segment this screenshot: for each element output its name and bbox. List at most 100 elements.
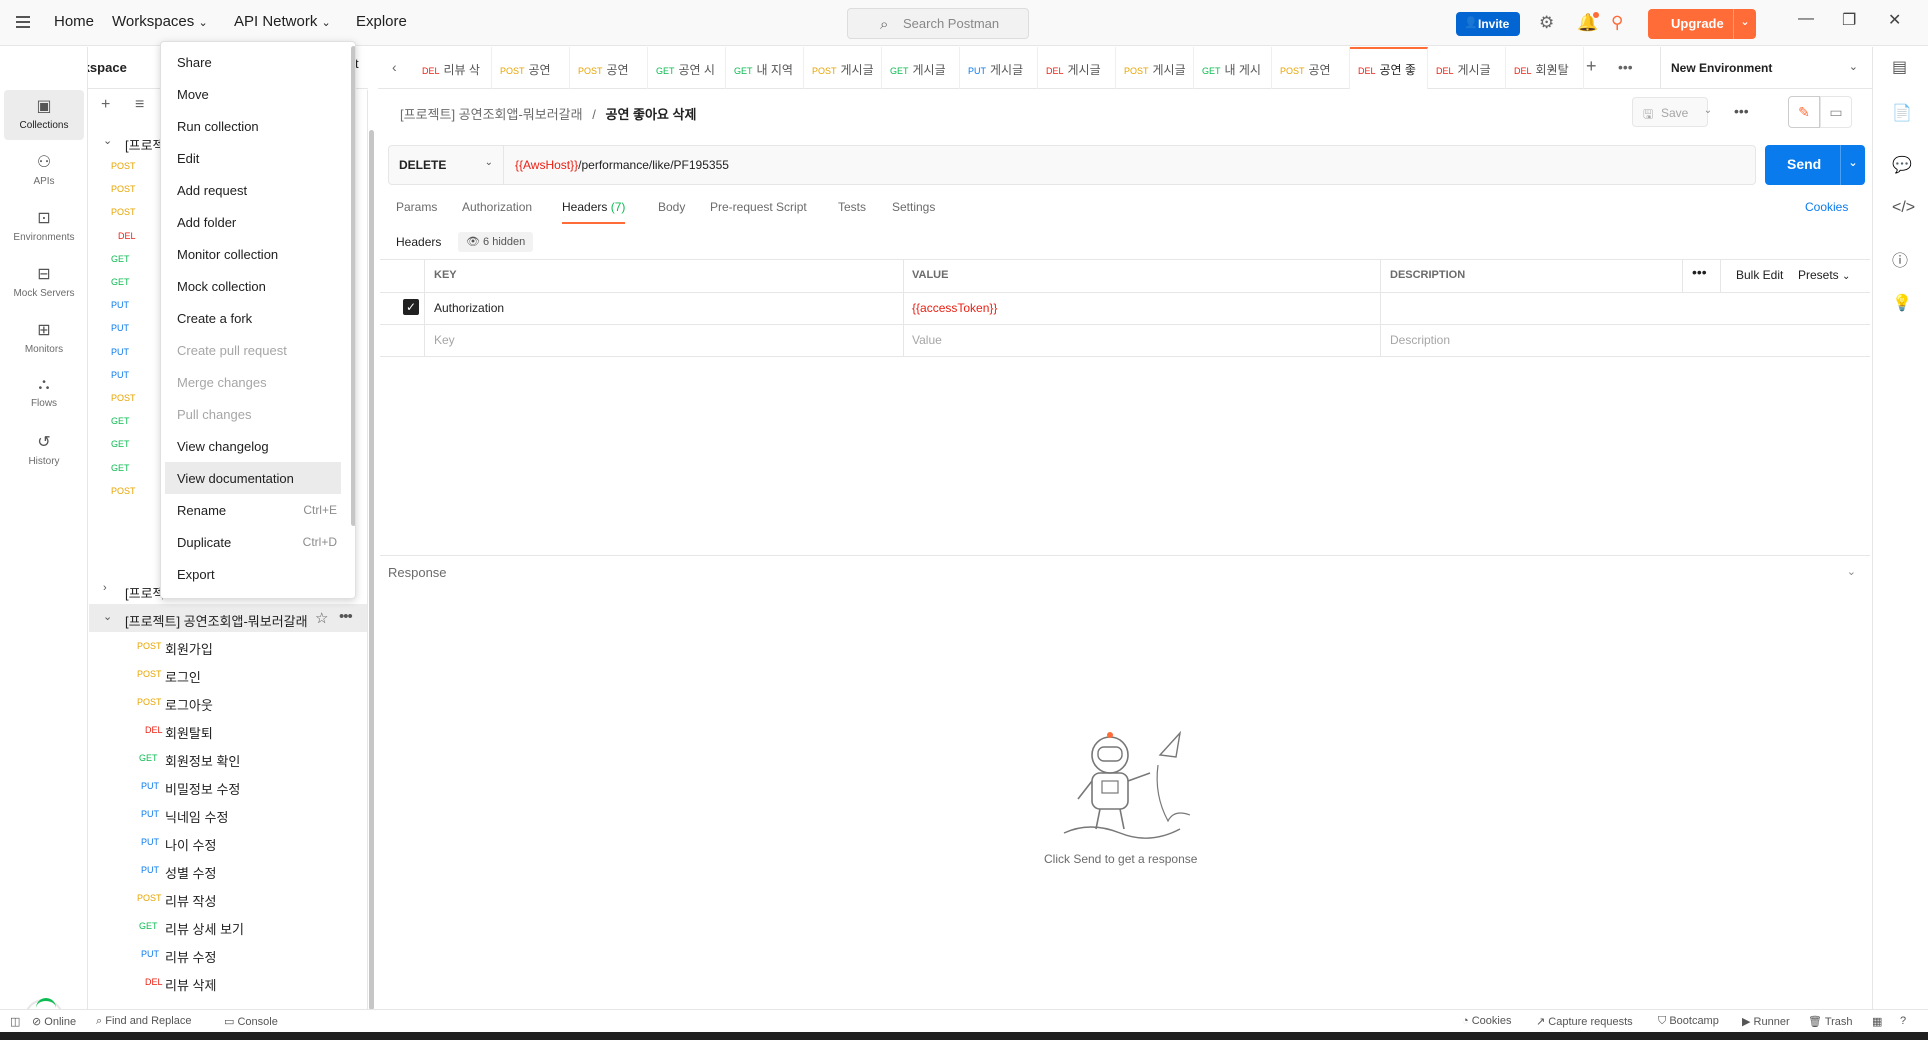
tab-tests[interactable]: Tests <box>838 200 866 214</box>
menu-item-edit[interactable]: Edit <box>165 142 341 174</box>
tab-authorization[interactable]: Authorization <box>462 200 532 214</box>
list-item[interactable]: PUT 나이 수정 <box>89 828 367 856</box>
rail-flows[interactable]: ⛬ Flows <box>4 370 84 420</box>
request-tab[interactable]: GET 게시글 <box>882 47 960 89</box>
sidebar-toggle-icon[interactable]: ◫ <box>10 1015 20 1028</box>
rail-apis[interactable]: ⚇ APIs <box>4 146 84 196</box>
documentation-icon[interactable]: 📄 <box>1892 103 1912 123</box>
response-pane-header[interactable]: Response ⌄ <box>380 555 1870 589</box>
settings-icon[interactable]: ⚙ <box>1539 13 1554 33</box>
rail-monitors[interactable]: ⊞ Monitors <box>4 314 84 364</box>
rail-collections[interactable]: ▣ Collections <box>4 90 84 140</box>
info-icon[interactable]: ⓘ <box>1892 247 1908 271</box>
comments-icon[interactable]: 💬 <box>1892 155 1912 175</box>
plus-icon[interactable]: + <box>101 96 110 114</box>
key-input[interactable]: Key <box>434 333 455 347</box>
menu-item-add-folder[interactable]: Add folder <box>165 206 341 238</box>
search-input[interactable]: ⌕ Search Postman <box>847 8 1029 39</box>
tab-headers[interactable]: Headers (7) <box>562 200 626 224</box>
request-tab[interactable]: PUT 게시글 <box>960 47 1038 89</box>
online-status[interactable]: ⊘ Online <box>32 1015 76 1028</box>
menu-item-run-collection[interactable]: Run collection <box>165 110 341 142</box>
list-item[interactable]: GET 리뷰 상세 보기 <box>89 912 367 940</box>
runner-button[interactable]: ▶ Runner <box>1742 1015 1790 1028</box>
request-tab[interactable]: POST 공연 <box>570 47 648 89</box>
menu-item-move[interactable]: Move <box>165 78 341 110</box>
tab-settings[interactable]: Settings <box>892 200 935 214</box>
menu-item-export[interactable]: Export <box>165 558 341 590</box>
menu-item-create-pull-request[interactable]: Create pull request <box>165 334 341 366</box>
list-item[interactable]: POST 리뷰 작성 <box>89 884 367 912</box>
header-value[interactable]: {{accessToken}} <box>912 301 997 315</box>
menu-item-merge-changes[interactable]: Merge changes <box>165 366 341 398</box>
menu-item-add-request[interactable]: Add request <box>165 174 341 206</box>
nav-workspaces[interactable]: Workspaces ⌄ <box>112 13 208 30</box>
help-icon[interactable]: ? <box>1900 1015 1906 1027</box>
list-item[interactable]: GET 회원정보 확인 <box>89 744 367 772</box>
breadcrumb-request[interactable]: 공연 좋아요 삭제 <box>605 107 696 122</box>
header-enabled-checkbox[interactable]: ✓ <box>403 299 419 315</box>
chevron-down-icon[interactable]: ⌄ <box>1840 145 1865 185</box>
collection-open[interactable]: ⌄ [프로젝트] 공연조회앱-뭐보러갈래 ☆ ••• <box>89 604 367 632</box>
more-options-icon[interactable]: ••• <box>1734 103 1749 119</box>
value-input[interactable]: Value <box>912 333 942 347</box>
menu-icon[interactable] <box>16 16 30 28</box>
request-tab[interactable]: POST 공연 <box>492 47 570 89</box>
nav-explore[interactable]: Explore <box>356 13 407 30</box>
request-tab[interactable]: DEL 리뷰 삭 <box>414 47 492 89</box>
menu-item-mock-collection[interactable]: Mock collection <box>165 270 341 302</box>
list-item[interactable]: PUT 리뷰 수정 <box>89 940 367 968</box>
rail-environments[interactable]: ⊡ Environments <box>4 202 84 252</box>
rail-mock-servers[interactable]: ⊟ Mock Servers <box>4 258 84 308</box>
request-tab[interactable]: POST 게시글 <box>1116 47 1194 89</box>
bulk-edit-button[interactable]: Bulk Edit <box>1736 268 1783 282</box>
bootcamp-button[interactable]: ⛉ Bootcamp <box>1658 1015 1719 1028</box>
header-key[interactable]: Authorization <box>434 301 504 315</box>
list-item[interactable]: DEL 리뷰 삭제 <box>89 968 367 996</box>
menu-item-rename[interactable]: Rename Ctrl+E <box>165 494 341 526</box>
list-item[interactable]: PUT 성별 수정 <box>89 856 367 884</box>
chevron-down-icon[interactable]: ⌄ <box>1696 97 1720 127</box>
hidden-headers-toggle[interactable]: 👁 6 hidden <box>458 232 534 252</box>
code-icon[interactable]: </> <box>1892 199 1915 217</box>
trash-button[interactable]: 🗑 Trash <box>1808 1015 1853 1028</box>
request-tab[interactable]: GET 공연 시 <box>648 47 726 89</box>
request-tab[interactable]: DEL 회원탈 <box>1506 47 1584 89</box>
chevron-right-icon[interactable]: › <box>1550 59 1555 75</box>
cookies-link[interactable]: Cookies <box>1805 200 1848 214</box>
environment-quick-look-icon[interactable]: ▤ <box>1892 57 1907 77</box>
sidebar-scrollbar[interactable] <box>369 130 374 1010</box>
tab-params[interactable]: Params <box>396 200 437 214</box>
send-button[interactable]: Send ⌄ <box>1765 145 1865 185</box>
new-tab-plus-icon[interactable]: + <box>1586 56 1597 77</box>
menu-item-share[interactable]: Share <box>165 46 341 78</box>
chevron-down-icon[interactable]: ⌄ <box>1733 9 1756 39</box>
environment-select[interactable]: New Environment ⌄ <box>1660 47 1872 89</box>
more-tabs-icon[interactable]: ••• <box>1618 59 1633 75</box>
rail-history[interactable]: ↺ History <box>4 426 84 476</box>
maximize-icon[interactable]: ❐ <box>1842 10 1856 30</box>
lightbulb-icon[interactable]: 💡 <box>1892 293 1912 313</box>
chevron-left-icon[interactable]: ‹ <box>392 59 397 75</box>
request-tab[interactable]: DEL 공연 좋 <box>1350 47 1428 89</box>
menu-scrollbar[interactable] <box>351 46 355 526</box>
request-tab[interactable]: DEL 게시글 <box>1428 47 1506 89</box>
cookies-button[interactable]: ◔ Cookies <box>1462 1015 1511 1027</box>
list-item[interactable]: POST 로그인 <box>89 660 367 688</box>
list-item[interactable]: DEL 회원탈퇴 <box>89 716 367 744</box>
list-item[interactable]: PUT 닉네임 수정 <box>89 800 367 828</box>
list-item[interactable]: POST 회원가입 <box>89 632 367 660</box>
tab-prerequest[interactable]: Pre-request Script <box>710 200 807 214</box>
nav-api-network[interactable]: API Network ⌄ <box>234 13 331 30</box>
nav-home[interactable]: Home <box>54 13 94 30</box>
more-options-icon[interactable]: ••• <box>1692 264 1707 280</box>
close-icon[interactable]: ✕ <box>1888 10 1901 30</box>
invite-button[interactable]: 👤 Invite <box>1456 12 1520 36</box>
pencil-icon[interactable]: ✎ <box>1788 96 1820 128</box>
upgrade-button[interactable]: Upgrade ⌄ <box>1648 9 1756 39</box>
description-input[interactable]: Description <box>1390 333 1450 347</box>
find-replace-button[interactable]: ⌕ Find and Replace <box>96 1015 191 1028</box>
tab-body[interactable]: Body <box>658 200 685 214</box>
console-button[interactable]: ▭ Console <box>224 1015 278 1028</box>
menu-item-monitor-collection[interactable]: Monitor collection <box>165 238 341 270</box>
